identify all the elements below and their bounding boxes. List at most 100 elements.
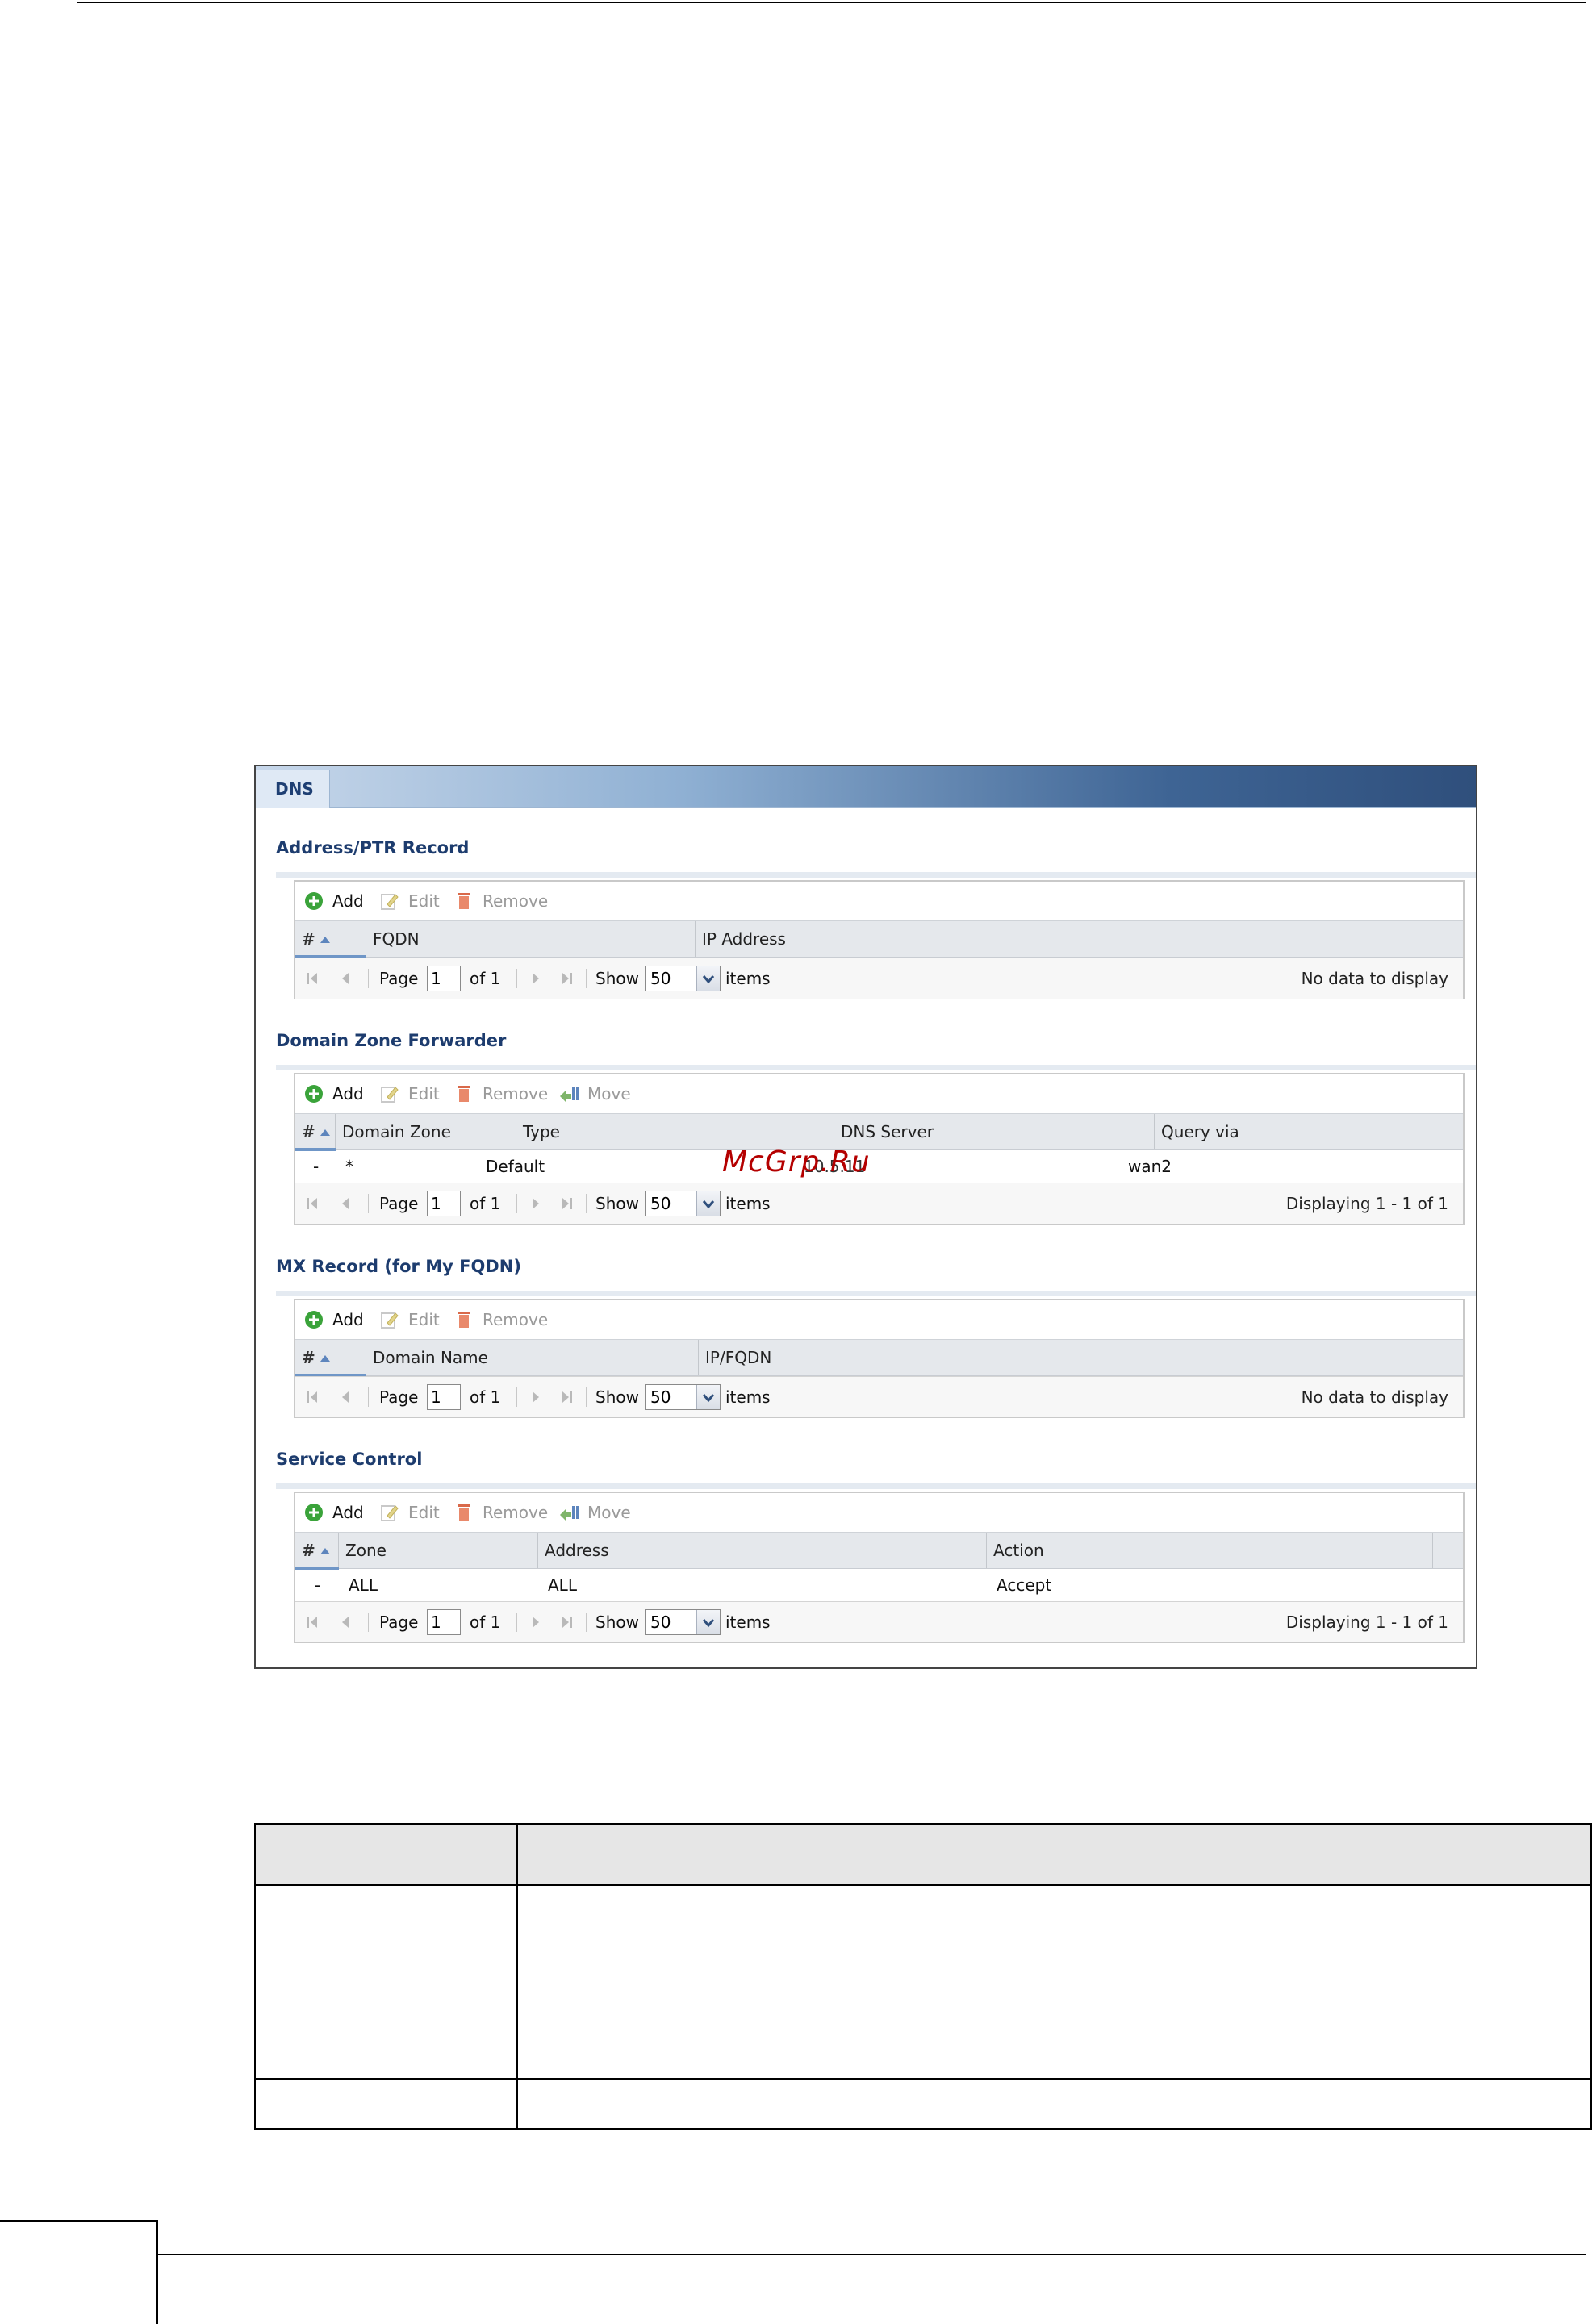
last-page-icon[interactable] [558, 1195, 575, 1212]
pager: Page 1 of 1 Show 50 items No data to dis… [295, 1376, 1463, 1417]
page-of-label: of 1 [470, 969, 501, 988]
sort-asc-icon [320, 1129, 330, 1136]
pager: Page 1 of 1 Show 50 items Displaying 1 -… [295, 1601, 1463, 1642]
items-per-page-select[interactable]: 50 [645, 1384, 721, 1410]
items-per-page-select[interactable]: 50 [645, 1609, 721, 1635]
page-of-label: of 1 [470, 1613, 501, 1632]
cell-domain-zone: * [345, 1157, 353, 1176]
footer-rule [158, 2254, 1586, 2255]
items-label: items [725, 969, 771, 988]
table-row[interactable]: - * Default 10.5.11 wan2 [295, 1149, 1463, 1184]
first-page-icon[interactable] [305, 970, 321, 987]
first-page-icon[interactable] [305, 1389, 321, 1405]
page-input[interactable]: 1 [427, 1191, 461, 1216]
column-header-row: # Domain Name IP/FQDN [295, 1339, 1463, 1377]
page-number-box [0, 2220, 158, 2324]
next-page-icon[interactable] [528, 970, 544, 987]
domain-zone-grid: Add Edit Remove Move # Domain Zone Type … [294, 1073, 1465, 1225]
cell-address: ALL [548, 1575, 577, 1595]
col-number[interactable]: # [295, 1533, 339, 1570]
pager-status: No data to display [1301, 1387, 1448, 1407]
table-row[interactable]: - ALL ALL Accept [295, 1568, 1463, 1603]
chevron-down-icon [702, 1619, 715, 1628]
page-input[interactable]: 1 [427, 1384, 461, 1410]
sort-asc-icon [320, 1355, 330, 1362]
column-header-row: # FQDN IP Address [295, 920, 1463, 958]
address-ptr-grid: Add Edit Remove # FQDN IP Address Page 1… [294, 880, 1465, 999]
first-page-icon[interactable] [305, 1614, 321, 1630]
trash-icon [458, 893, 470, 909]
col-type[interactable]: Type [516, 1114, 834, 1149]
last-page-icon[interactable] [558, 1614, 575, 1630]
page-input[interactable]: 1 [427, 1609, 461, 1635]
pager-status: No data to display [1301, 969, 1448, 988]
column-header-row: # Domain Zone Type DNS Server Query via [295, 1113, 1463, 1151]
prev-page-icon[interactable] [337, 970, 353, 987]
description-table [254, 1823, 1592, 2130]
page-label: Page [379, 1194, 419, 1213]
table-row [254, 2078, 1592, 2130]
col-action[interactable]: Action [987, 1533, 1433, 1568]
trash-icon [458, 1312, 470, 1328]
col-number[interactable]: # [295, 1340, 366, 1377]
sort-asc-icon [320, 937, 330, 943]
move-icon [560, 1506, 579, 1521]
tab-dns[interactable]: DNS [256, 770, 330, 808]
col-domain-name[interactable]: Domain Name [366, 1340, 699, 1375]
items-label: items [725, 1613, 771, 1632]
edit-icon [381, 1505, 399, 1521]
section-title: MX Record (for My FQDN) [276, 1257, 521, 1276]
items-per-page-select[interactable]: 50 [645, 966, 721, 991]
table-header-row [254, 1823, 1592, 1886]
col-domain-zone[interactable]: Domain Zone [336, 1114, 516, 1149]
last-page-icon[interactable] [558, 970, 575, 987]
panel-header: DNS [256, 766, 1476, 808]
col-dns-server[interactable]: DNS Server [834, 1114, 1155, 1149]
page-top-rule [77, 2, 1586, 3]
move-icon [560, 1087, 579, 1103]
edit-icon [381, 1312, 399, 1329]
mx-record-grid: Add Edit Remove # Domain Name IP/FQDN Pa… [294, 1299, 1465, 1418]
last-page-icon[interactable] [558, 1389, 575, 1405]
trash-icon [458, 1504, 470, 1521]
col-ip-fqdn[interactable]: IP/FQDN [699, 1340, 1431, 1375]
section-title: Address/PTR Record [276, 838, 470, 857]
prev-page-icon[interactable] [337, 1195, 353, 1212]
page-input[interactable]: 1 [427, 966, 461, 991]
col-address[interactable]: Address [538, 1533, 987, 1568]
col-query-via[interactable]: Query via [1155, 1114, 1431, 1149]
service-control-grid: Add Edit Remove Move # Zone Address Acti… [294, 1492, 1465, 1643]
page-label: Page [379, 1387, 419, 1407]
section-title: Domain Zone Forwarder [276, 1031, 507, 1050]
add-icon [305, 892, 323, 910]
items-label: items [725, 1387, 771, 1407]
next-page-icon[interactable] [528, 1614, 544, 1630]
dns-panel: DNS Address/PTR Record Add Edit Remove #… [254, 765, 1477, 1669]
next-page-icon[interactable] [528, 1389, 544, 1405]
next-page-icon[interactable] [528, 1195, 544, 1212]
items-label: items [725, 1194, 771, 1213]
page-of-label: of 1 [470, 1194, 501, 1213]
col-fqdn[interactable]: FQDN [366, 921, 696, 957]
pager-status: Displaying 1 - 1 of 1 [1285, 1194, 1448, 1213]
items-per-page-select[interactable]: 50 [645, 1191, 721, 1216]
page-label: Page [379, 969, 419, 988]
col-ip-address[interactable]: IP Address [696, 921, 1431, 957]
watermark: McGrp.Ru [722, 1145, 871, 1179]
first-page-icon[interactable] [305, 1195, 321, 1212]
section-divider [276, 1065, 1476, 1070]
section-divider [276, 1483, 1476, 1489]
toolbar: Add Edit Remove [295, 1300, 1463, 1339]
prev-page-icon[interactable] [337, 1614, 353, 1630]
col-number[interactable]: # [295, 921, 366, 958]
column-header-row: # Zone Address Action [295, 1532, 1463, 1570]
cell-type: Default [486, 1157, 545, 1176]
section-title: Service Control [276, 1450, 423, 1469]
add-icon [305, 1504, 323, 1521]
prev-page-icon[interactable] [337, 1389, 353, 1405]
col-zone[interactable]: Zone [339, 1533, 538, 1568]
section-divider [276, 1291, 1476, 1296]
section-divider [276, 872, 1476, 878]
col-number[interactable]: # [295, 1114, 336, 1151]
chevron-down-icon [702, 1200, 715, 1209]
